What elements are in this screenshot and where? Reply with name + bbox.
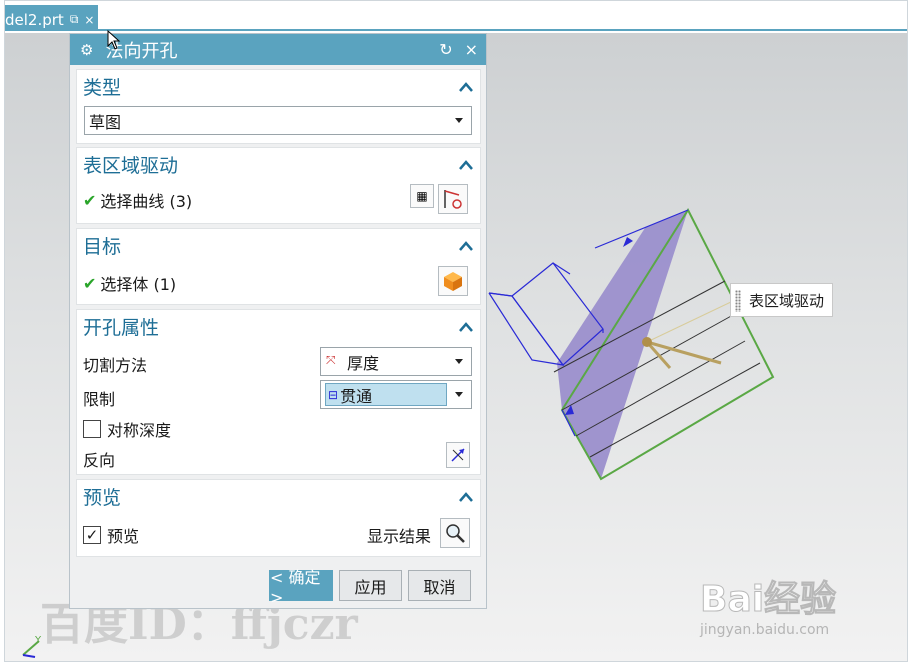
dropdown-arrow-icon: [455, 118, 463, 123]
callout-label: 表区域驱动: [749, 291, 825, 310]
checkmark-icon: ✔: [83, 190, 97, 210]
through-all-icon: ⊟: [328, 387, 339, 402]
sketch-section-icon[interactable]: ▦: [410, 184, 434, 208]
limit-highlight: ⊟ 贯通: [325, 383, 447, 406]
group-title-type: 类型: [83, 77, 122, 99]
dropdown-arrow-icon: [455, 392, 463, 397]
dropdown-arrow-icon: [455, 359, 463, 364]
cancel-button[interactable]: 取消: [408, 570, 471, 601]
reverse-direction-icon[interactable]: [446, 442, 470, 468]
group-target: 目标 ✔ 选择体 (1): [76, 228, 481, 305]
reset-icon[interactable]: ↻: [439, 40, 452, 59]
apply-button[interactable]: 应用: [339, 570, 402, 601]
limit-select[interactable]: ⊟ 贯通: [320, 380, 472, 409]
close-icon[interactable]: ×: [84, 13, 94, 27]
checkmark-icon: ✔: [83, 273, 97, 293]
group-preview: 预览 ✓ 预览 显示结果: [76, 479, 481, 557]
group-title-region: 表区域驱动: [83, 155, 179, 177]
cut-method-label: 切割方法: [83, 356, 148, 375]
solid-body-icon[interactable]: [438, 266, 468, 296]
type-select-value: 草图: [89, 112, 122, 132]
magnifier-icon[interactable]: [440, 518, 470, 548]
symmetric-label: 对称深度: [107, 421, 172, 440]
pin-icon[interactable]: ⧉: [70, 12, 79, 27]
axis-y-label: Y: [35, 635, 42, 646]
symmetric-checkbox[interactable]: [83, 420, 101, 438]
mouse-cursor-icon: [107, 30, 121, 50]
tab-bar: del2.prt ⧉ ×: [5, 1, 907, 31]
tab-del2[interactable]: del2.prt ⧉ ×: [5, 5, 99, 31]
select-body-row[interactable]: ✔ 选择体 (1): [83, 271, 474, 295]
preview-label: 预览: [107, 527, 140, 546]
drag-grip-icon[interactable]: [735, 290, 741, 312]
ok-button[interactable]: < 确定 >: [269, 568, 333, 607]
group-title-props: 开孔属性: [83, 317, 160, 339]
cut-method-select[interactable]: ⤧ 厚度: [320, 347, 472, 376]
collapse-chevron-icon[interactable]: [458, 489, 474, 505]
close-icon[interactable]: ×: [465, 40, 478, 59]
limit-value: 贯通: [340, 386, 373, 406]
show-result-label: 显示结果: [367, 527, 432, 546]
brand-url: jingyan.baidu.com: [700, 622, 830, 638]
collapse-chevron-icon[interactable]: [458, 319, 474, 335]
show-result-row: 显示结果: [367, 523, 431, 547]
limit-label: 限制: [83, 390, 116, 409]
dialog-title: 法向开孔: [105, 40, 178, 62]
collapse-chevron-icon[interactable]: [458, 157, 474, 173]
group-hole-properties: 开孔属性 切割方法 ⤧ 厚度 限制 ⊟ 贯通 对称深度 反向: [76, 309, 481, 475]
brand-text: Bai经验: [699, 579, 837, 621]
group-region-drive: 表区域驱动 ✔ 选择曲线 (3) ▦: [76, 147, 481, 224]
thickness-icon: ⤧: [326, 353, 336, 367]
reverse-label: 反向: [83, 451, 116, 470]
select-body-label: 选择体 (1): [100, 275, 177, 294]
normal-hole-dialog: ⚙ 法向开孔 ↻ × 类型 草图 表区域驱动 ✔ 选择曲线 (3) ▦ 目标 ✔…: [69, 33, 487, 609]
cut-method-value: 厚度: [347, 353, 380, 373]
group-type: 类型 草图: [76, 69, 481, 144]
type-select[interactable]: 草图: [84, 106, 472, 135]
collapse-chevron-icon[interactable]: [458, 238, 474, 254]
select-curves-label: 选择曲线 (3): [100, 192, 193, 211]
tab-label: del2.prt: [5, 10, 64, 29]
collapse-chevron-icon[interactable]: [458, 79, 474, 95]
gear-icon[interactable]: ⚙: [80, 41, 93, 59]
preview-checkbox[interactable]: ✓: [83, 526, 101, 544]
curve-select-icon[interactable]: [438, 184, 468, 214]
symmetric-depth-row[interactable]: 对称深度: [83, 417, 474, 441]
group-title-preview: 预览: [83, 487, 122, 509]
baidu-jingyan-logo: Bai经验 jingyan.baidu.com: [699, 570, 837, 639]
region-drive-callout[interactable]: 表区域驱动: [730, 283, 834, 317]
group-title-target: 目标: [83, 236, 122, 258]
reverse-row: 反向: [83, 447, 474, 471]
dialog-titlebar[interactable]: ⚙ 法向开孔 ↻ ×: [70, 34, 486, 65]
